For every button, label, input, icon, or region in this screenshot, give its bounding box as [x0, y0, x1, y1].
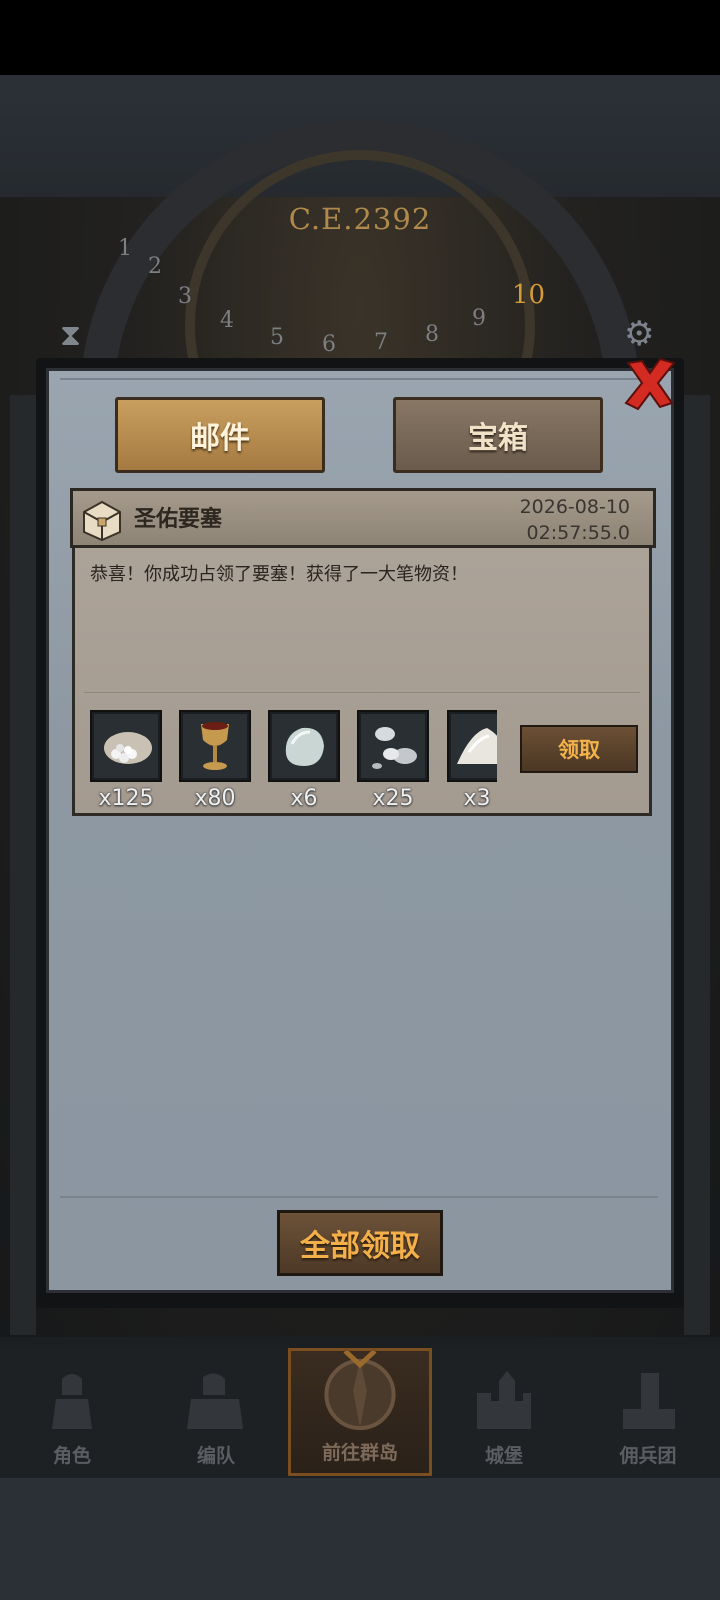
compass-icon: [324, 1351, 396, 1431]
dial-number: 4: [220, 308, 234, 333]
panel-bottom-rule: [60, 1196, 658, 1198]
panel-top-rule: [60, 378, 658, 380]
castle-icon: [477, 1371, 531, 1429]
nav-label: 佣兵团: [619, 1445, 677, 1467]
reward-slot[interactable]: [268, 710, 340, 782]
mercenary-icon: [623, 1373, 675, 1429]
close-icon[interactable]: [620, 353, 680, 413]
status-bar: [0, 0, 720, 75]
nav-label: 城堡: [484, 1445, 523, 1467]
knight-icon: [52, 1374, 92, 1429]
claim-all-button[interactable]: 全部领取: [277, 1210, 443, 1276]
nav-label: 前往群岛: [321, 1442, 398, 1464]
reward-slot[interactable]: [357, 710, 429, 782]
nav-label: 编队: [196, 1445, 235, 1467]
formation-icon: [187, 1373, 243, 1429]
dial-number: 5: [270, 325, 284, 350]
reward-count: x3: [463, 786, 491, 811]
chest-icon: [83, 500, 121, 542]
mail-time: 02:57:55.0: [526, 522, 630, 544]
nav-item-character[interactable]: 角色: [0, 1348, 144, 1476]
reward-count: x125: [98, 786, 154, 811]
dial-number-current: 10: [512, 280, 546, 310]
nav-item-castle[interactable]: 城堡: [432, 1348, 576, 1476]
salt-pile-icon: [451, 714, 497, 778]
gear-icon[interactable]: ⚙: [624, 314, 654, 354]
nav-label: 角色: [52, 1445, 91, 1467]
nav-item-mercenary[interactable]: 佣兵团: [576, 1348, 720, 1476]
tab-chest[interactable]: 宝箱: [393, 397, 603, 473]
era-label: C.E.2392: [288, 202, 432, 236]
mail-title: 圣佑要塞: [134, 507, 223, 532]
reward-count: x6: [290, 786, 318, 811]
reward-slot[interactable]: [179, 710, 251, 782]
dial-number: 3: [178, 284, 192, 309]
dial-number: 9: [472, 306, 486, 331]
nav-item-formation[interactable]: 编队: [144, 1348, 288, 1476]
mail-divider: [84, 692, 640, 693]
left-side-strip: [10, 395, 36, 1335]
reward-count: x25: [372, 786, 414, 811]
dial-number: 1: [118, 236, 132, 261]
goblet-icon: [183, 714, 247, 778]
claim-button[interactable]: 领取: [520, 725, 638, 773]
hourglass-icon[interactable]: ⧗: [60, 318, 81, 353]
coin-sack-icon: [94, 714, 158, 778]
mail-timestamp: 2026-08-10 02:57:55.0: [520, 494, 630, 546]
silver-ore-icon: [361, 714, 425, 778]
dial-number: 2: [148, 254, 162, 279]
bottom-banner: [0, 1478, 720, 1600]
dial-number: 8: [425, 322, 439, 347]
reward-count: x80: [194, 786, 236, 811]
reward-slot[interactable]: [90, 710, 162, 782]
dial-number: 7: [374, 330, 388, 355]
tab-mail[interactable]: 邮件: [115, 397, 325, 473]
nav-item-islands[interactable]: 前往群岛: [288, 1348, 432, 1476]
mail-body: 恭喜！你成功占领了要塞！获得了一大笔物资！: [90, 564, 468, 585]
mail-date: 2026-08-10: [519, 496, 630, 518]
reward-scroll-clip: x3: [447, 705, 497, 815]
right-side-strip: [684, 395, 710, 1335]
dial-number: 6: [322, 332, 336, 357]
moonstone-icon: [272, 714, 336, 778]
reward-slot[interactable]: [447, 710, 497, 782]
